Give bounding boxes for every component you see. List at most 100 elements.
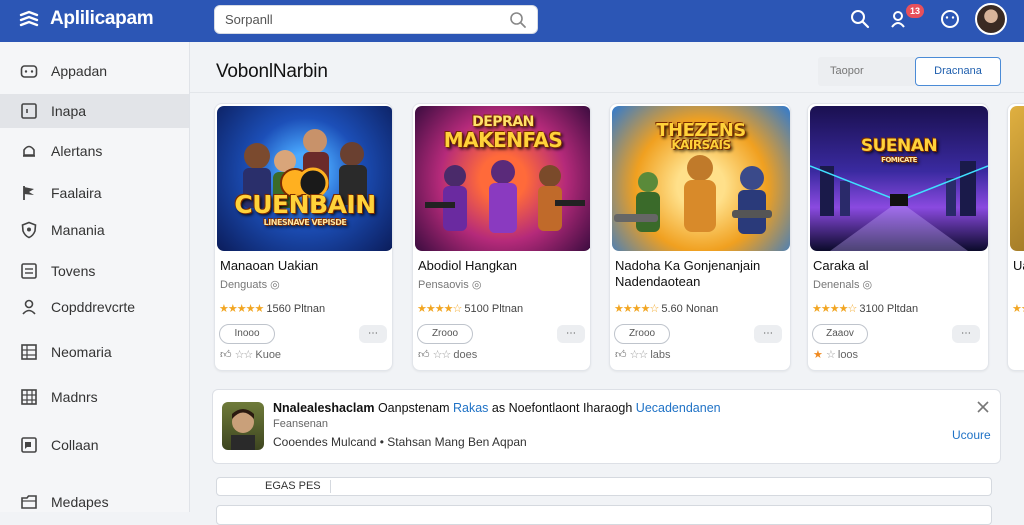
sidebar-item-alertans[interactable]: Alertans xyxy=(0,134,189,168)
more-button[interactable]: ⋯ xyxy=(359,325,387,343)
app-card[interactable]: CUENBAIN LINESNAVE VEPISDE Manaoan Uakia… xyxy=(214,103,393,371)
more-button[interactable]: ⋯ xyxy=(557,325,585,343)
shield-icon xyxy=(21,221,37,239)
flag-icon xyxy=(23,186,34,200)
sidebar-item-neomaria[interactable]: Neomaria xyxy=(0,335,189,369)
sidebar-item-tovens[interactable]: Tovens xyxy=(0,254,189,288)
notification-subtitle: Feansenan xyxy=(273,418,329,430)
filter-input[interactable]: Taopor xyxy=(818,57,917,86)
star-icon: ☆☆ xyxy=(234,349,254,361)
rating-stars: ★★★★☆ xyxy=(614,303,659,315)
notification-detail: Cooendes Mulcand • Stahsan Mang Ben Aqpa… xyxy=(273,435,527,449)
gamepad-icon xyxy=(20,65,38,78)
top-bar: Aplilicapam Sorpanll 13 xyxy=(0,0,1024,42)
app-rating: ★★★★☆ 5.60 Nonan xyxy=(614,302,718,315)
sidebar-item-madnrs[interactable]: Madnrs xyxy=(0,380,189,414)
search-placeholder: Sorpanll xyxy=(225,12,273,27)
rating-count: 5.60 Nonan xyxy=(661,303,719,315)
sidebar-item-inapa[interactable]: Inapa xyxy=(0,94,189,128)
menu-icon[interactable] xyxy=(18,9,40,31)
user-icon xyxy=(22,299,36,315)
sidebar-item-label: Neomaria xyxy=(51,344,112,360)
cover-title: CUENBAIN xyxy=(234,190,376,219)
bottom-label: EGAS PES xyxy=(265,480,321,492)
avatar[interactable] xyxy=(975,3,1007,35)
cover-subtitle: FOMICATE xyxy=(881,156,917,164)
install-button[interactable]: Zrooo xyxy=(417,324,473,344)
bottom-input-row[interactable]: EGAS PES xyxy=(216,477,992,496)
notification-link[interactable]: Uecadendanen xyxy=(636,401,721,415)
sidebar-item-appadan[interactable]: Appadan xyxy=(0,54,189,88)
notification-text: Oanpstenam xyxy=(377,401,450,415)
primary-button[interactable]: Dracnana xyxy=(915,57,1001,86)
bottom-card xyxy=(216,505,992,525)
rating-count: 3100 Pltdan xyxy=(859,303,919,315)
rating-count: 1560 Pltnan xyxy=(266,303,326,315)
bottom-input[interactable] xyxy=(330,480,990,493)
app-card[interactable]: SUENAN FOMICATE Caraka al Denenals ◎ ★★★… xyxy=(807,103,989,371)
app-rating: ★★★★★ 1560 Pltnan xyxy=(219,302,325,315)
notification-title: Nnalealeshaclam Oanpstenam Rakas as Noef… xyxy=(273,401,721,415)
smiley-icon[interactable] xyxy=(939,8,961,30)
sidebar-item-collaan[interactable]: Collaan xyxy=(0,428,189,462)
app-developer: Pensaovis ◎ xyxy=(418,278,481,291)
app-developer: Denenals ◎ xyxy=(813,278,872,291)
sidebar-item-medapes[interactable]: Medapes xyxy=(0,485,189,519)
chat-icon xyxy=(21,437,37,453)
square-icon xyxy=(21,103,37,119)
thumbs-up-icon[interactable]: 👍︎ xyxy=(615,349,627,361)
sidebar: Appadan Inapa Alertans Faalaira Manania … xyxy=(0,42,190,512)
rating-stars: ★★ xyxy=(1012,303,1024,315)
app-card[interactable]: THEZENS KAIRSAIS Nadoha Ka Gonjenanjain … xyxy=(609,103,791,371)
install-button[interactable]: Zaaov xyxy=(812,324,868,344)
verified-icon: ◎ xyxy=(862,279,873,291)
notification-text: as Noefontlaont Iharaogh xyxy=(491,401,633,415)
reaction-label: loos xyxy=(837,349,859,361)
app-cover-image: DEPRAN MAKENFAS xyxy=(415,106,590,251)
search-icon[interactable] xyxy=(509,11,527,29)
sidebar-item-label: Collaan xyxy=(51,437,99,453)
star-icon: ☆☆ xyxy=(432,349,452,361)
person-icon xyxy=(231,409,255,450)
app-rating: ★★★★☆ 3100 Pltdan xyxy=(812,302,918,315)
thumbs-up-icon[interactable]: 👍︎ xyxy=(220,349,232,361)
more-button[interactable]: ⋯ xyxy=(754,325,782,343)
thumbs-up-icon[interactable]: 👍︎ xyxy=(418,349,430,361)
developer-name: Denguats xyxy=(220,279,268,291)
notification-card[interactable]: Nnalealeshaclam Oanpstenam Rakas as Noef… xyxy=(212,389,1001,464)
sidebar-item-label: Alertans xyxy=(51,143,103,159)
app-card[interactable]: Ua ★★ xyxy=(1007,103,1024,371)
folder-icon xyxy=(21,495,37,509)
app-developer: Denguats ◎ xyxy=(220,278,280,291)
bell-icon xyxy=(23,145,35,157)
app-name: Manaoan Uakian xyxy=(220,258,319,273)
list-icon xyxy=(21,263,37,279)
notification-action[interactable]: Ucoure xyxy=(952,428,991,442)
cover-title: MAKENFAS xyxy=(443,128,563,152)
sidebar-item-copddrevcrte[interactable]: Copddrevcrte xyxy=(0,290,189,324)
verified-icon: ◎ xyxy=(270,279,280,291)
install-button[interactable]: Zrooo xyxy=(614,324,670,344)
search-icon[interactable] xyxy=(849,8,871,30)
sidebar-item-label: Faalaira xyxy=(51,185,102,201)
app-title: Aplilicapam xyxy=(50,8,154,29)
app-name: Abodiol Hangkan xyxy=(418,258,518,273)
cover-title: SUENAN xyxy=(860,136,938,156)
verified-icon: ◎ xyxy=(471,279,482,291)
sidebar-item-manania[interactable]: Manania xyxy=(0,213,189,247)
notification-sender: Nnalealeshaclam xyxy=(273,401,375,415)
app-reactions: 👍︎ ☆☆ does xyxy=(418,348,477,361)
star-icon: ☆☆ xyxy=(629,349,649,361)
close-icon[interactable] xyxy=(976,400,990,414)
search-input[interactable]: Sorpanll xyxy=(214,5,538,34)
sidebar-item-label: Inapa xyxy=(51,103,87,119)
notification-link[interactable]: Rakas xyxy=(453,401,488,415)
app-card[interactable]: DEPRAN MAKENFAS Abodiol Hangkan Pensaovi… xyxy=(412,103,591,371)
sidebar-item-label: Manania xyxy=(51,222,105,238)
notification-badge: 13 xyxy=(906,4,924,18)
sidebar-item-faalaira[interactable]: Faalaira xyxy=(0,176,189,210)
install-button[interactable]: Inooo xyxy=(219,324,275,344)
app-cover-image xyxy=(1010,106,1024,251)
fire-icon[interactable]: ★ xyxy=(813,349,823,361)
more-button[interactable]: ⋯ xyxy=(952,325,980,343)
